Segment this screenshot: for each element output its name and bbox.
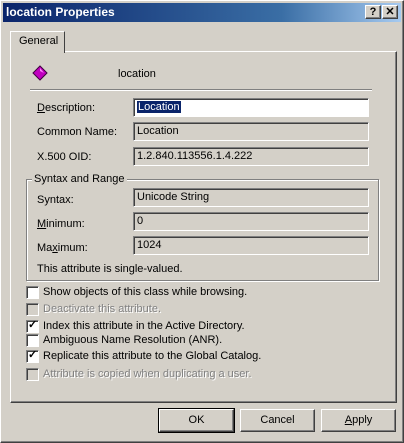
cancel-button[interactable]: Cancel: [240, 409, 315, 432]
checkbox: [26, 303, 39, 316]
object-name: location: [118, 68, 156, 80]
minimum-label: Minimum:: [37, 218, 85, 230]
description-input[interactable]: Location: [133, 98, 369, 117]
syntax-range-title: Syntax and Range: [32, 173, 127, 185]
option-label: Replicate this attribute to the Global C…: [43, 350, 262, 362]
syntax-label: Syntax:: [37, 194, 74, 206]
description-label-rest: escription:: [44, 102, 96, 114]
apply-accel: A: [344, 414, 353, 426]
description-accel: D: [37, 102, 45, 114]
check-mark-icon: ✓: [28, 319, 38, 331]
maximum-label-rest: imum:: [57, 242, 88, 254]
single-valued-note: This attribute is single-valued.: [37, 263, 183, 275]
minimum-field: 0: [133, 212, 369, 231]
description-value: Location: [137, 101, 181, 113]
option-label: Index this attribute in the Active Direc…: [43, 320, 245, 332]
tab-general-label: General: [19, 35, 59, 47]
apply-button[interactable]: Apply: [321, 409, 396, 432]
help-button[interactable]: ?: [365, 5, 381, 19]
apply-label-rest: pply: [352, 414, 373, 426]
x500-oid-label: X.500 OID:: [37, 151, 92, 163]
title-bar[interactable]: location Properties ? ✕: [3, 3, 401, 22]
ok-button[interactable]: OK: [158, 408, 235, 433]
option-label: Deactivate this attribute.: [43, 303, 162, 315]
minimum-accel: M: [37, 218, 47, 230]
maximum-label-pre: Ma: [37, 242, 53, 254]
option-label: Attribute is copied when duplicating a u…: [43, 368, 252, 380]
window-title: location Properties: [6, 5, 115, 19]
maximum-label: Maximum:: [37, 242, 88, 254]
checkbox[interactable]: [26, 334, 39, 347]
separator: [30, 89, 372, 91]
checkbox[interactable]: ✓: [26, 349, 39, 363]
properties-dialog: location Properties ? ✕ General location…: [0, 0, 404, 443]
check-mark-icon: ✓: [28, 349, 38, 361]
checkbox[interactable]: [26, 286, 39, 299]
option-label: Show objects of this class while browsin…: [43, 286, 248, 298]
maximum-field: 1024: [133, 236, 369, 255]
option-label: Ambiguous Name Resolution (ANR).: [43, 334, 223, 346]
common-name-field: Location: [133, 122, 369, 141]
attribute-diamond-icon: [32, 65, 48, 81]
syntax-field: Unicode String: [133, 188, 369, 207]
description-label: Description:: [37, 102, 95, 114]
minimum-label-rest: inimum:: [46, 218, 85, 230]
checkbox[interactable]: ✓: [26, 319, 39, 333]
tab-general[interactable]: General: [10, 31, 65, 53]
x500-oid-field: 1.2.840.113556.1.4.222: [133, 147, 369, 166]
common-name-label: Common Name:: [37, 126, 118, 138]
checkbox: [26, 368, 39, 381]
close-button[interactable]: ✕: [382, 5, 398, 19]
